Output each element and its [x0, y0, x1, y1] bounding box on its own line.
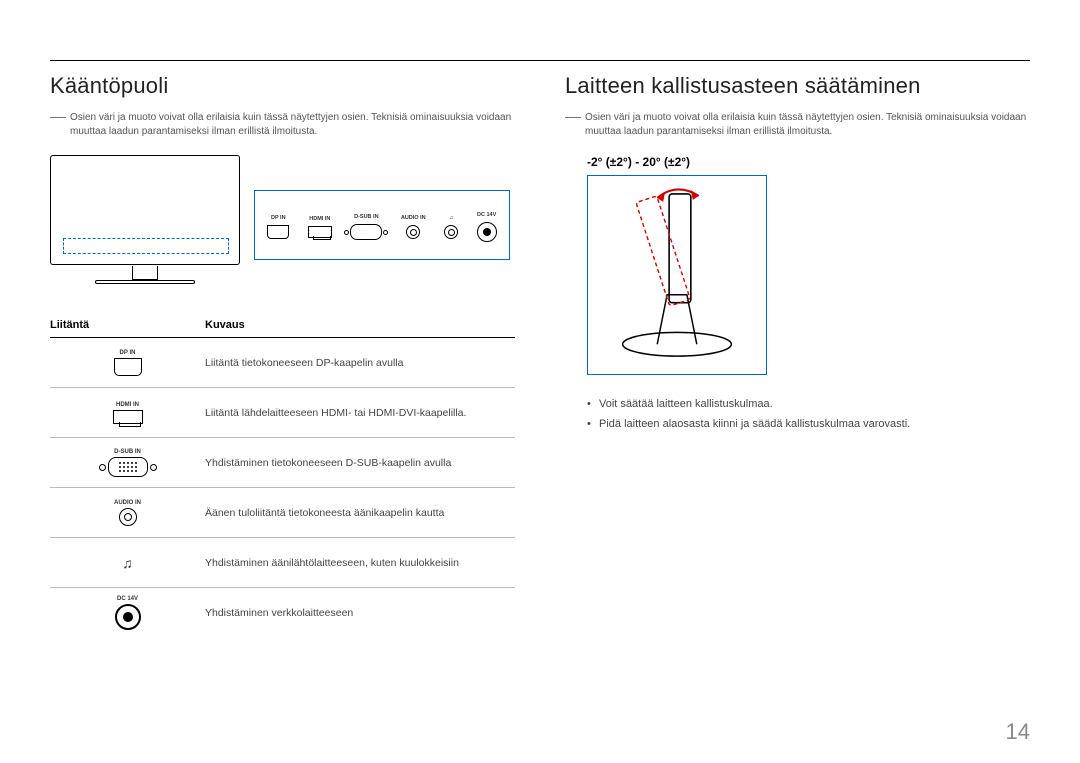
bullet-item: Voit säätää laitteen kallistuskulmaa.	[587, 395, 1030, 415]
connector-table: Liitäntä Kuvaus DP IN Liitäntä tietokone…	[50, 319, 515, 638]
table-row: AUDIO IN Äänen tuloliitäntä tietokoneest…	[50, 488, 515, 538]
table-row: ♫ Yhdistäminen äänilähtölaitteeseen, kut…	[50, 538, 515, 588]
th-connector: Liitäntä	[50, 319, 205, 331]
top-rule	[50, 60, 1030, 61]
port-headphone: ♫	[444, 215, 458, 239]
right-footnote: Osien väri ja muoto voivat olla erilaisi…	[565, 111, 1030, 139]
port-hdmi: HDMI IN	[308, 216, 332, 238]
monitor-body-outline	[50, 155, 240, 265]
dc-jack-icon	[477, 222, 497, 242]
table-row: HDMI IN Liitäntä lähdelaitteeseen HDMI- …	[50, 388, 515, 438]
port-strip-callout-box	[63, 238, 229, 254]
table-row: DP IN Liitäntä tietokoneeseen DP-kaapeli…	[50, 338, 515, 388]
left-heading: Kääntöpuoli	[50, 73, 515, 99]
tilt-bullets: Voit säätää laitteen kallistuskulmaa. Pi…	[587, 395, 1030, 435]
footnote-dash-icon	[50, 117, 66, 118]
monitor-base	[95, 280, 195, 284]
dp-port-icon	[267, 225, 289, 239]
page-number: 14	[1006, 719, 1030, 745]
port-dp: DP IN	[267, 215, 289, 239]
right-heading: Laitteen kallistusasteen säätäminen	[565, 73, 1030, 99]
dc-jack-icon	[115, 604, 141, 630]
left-footnote-text: Osien väri ja muoto voivat olla erilaisi…	[70, 111, 515, 139]
tilt-range-label: -2° (±2°) - 20° (±2°)	[587, 155, 1030, 169]
left-footnote: Osien väri ja muoto voivat olla erilaisi…	[50, 111, 515, 139]
footnote-dash-icon	[565, 117, 581, 118]
table-row: DC 14V Yhdistäminen verkkolaitteeseen	[50, 588, 515, 638]
tilt-illustration	[587, 175, 767, 375]
monitor-rear-illustration	[50, 155, 240, 295]
headphone-icon: ♫	[449, 215, 453, 221]
hdmi-port-icon	[308, 226, 332, 238]
hdmi-port-icon	[113, 410, 143, 424]
audio-in-jack-icon	[406, 225, 420, 239]
monitor-neck	[132, 266, 158, 280]
vga-port-icon	[108, 457, 148, 477]
headphone-icon: ♫	[122, 555, 133, 571]
audio-in-jack-icon	[119, 508, 137, 526]
right-column: Laitteen kallistusasteen säätäminen Osie…	[565, 73, 1030, 638]
table-row: D-SUB IN Yhdistäminen tietokoneeseen D-S…	[50, 438, 515, 488]
right-footnote-text: Osien väri ja muoto voivat olla erilaisi…	[585, 111, 1030, 139]
port-dc: DC 14V	[477, 212, 497, 242]
bullet-item: Pidä laitteen alaosasta kiinni ja säädä …	[587, 415, 1030, 435]
port-strip-enlarged: DP IN HDMI IN D-SUB IN AUDIO IN ♫	[254, 190, 510, 260]
headphone-jack-icon	[444, 225, 458, 239]
table-header: Liitäntä Kuvaus	[50, 319, 515, 338]
vga-port-icon	[350, 224, 382, 240]
th-description: Kuvaus	[205, 319, 245, 331]
port-dsub: D-SUB IN	[350, 214, 382, 240]
rear-illustration-row: DP IN HDMI IN D-SUB IN AUDIO IN ♫	[50, 155, 515, 295]
port-audioin: AUDIO IN	[401, 215, 426, 239]
dp-port-icon	[114, 358, 142, 376]
left-column: Kääntöpuoli Osien väri ja muoto voivat o…	[50, 73, 515, 638]
